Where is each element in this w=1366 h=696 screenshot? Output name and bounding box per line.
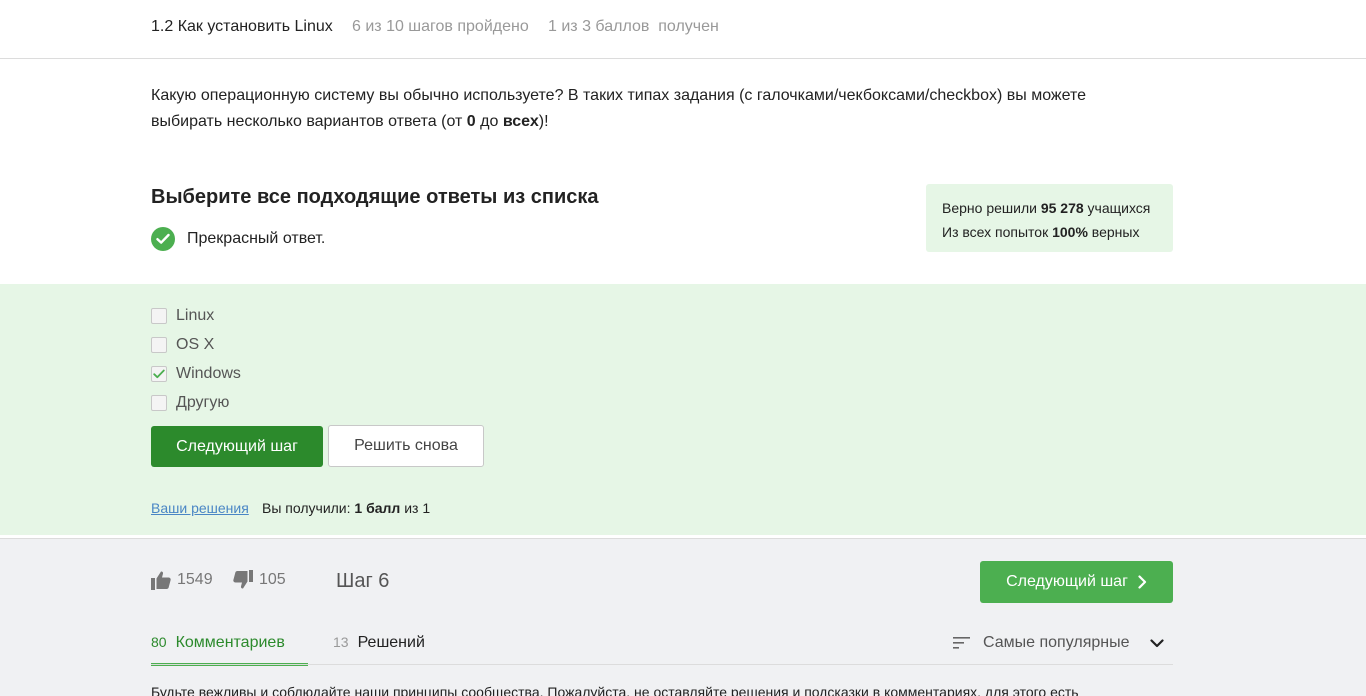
chevron-right-icon — [1138, 575, 1147, 589]
comments-count: 80 — [151, 634, 167, 650]
tab-solutions[interactable]: 13 Решений — [333, 634, 425, 652]
task-title: Выберите все подходящие ответы из списка — [151, 186, 599, 208]
option-linux[interactable]: Linux — [151, 301, 241, 330]
option-label: Windows — [176, 364, 241, 382]
score-result: Вы получили: 1 балл из 1 — [262, 500, 431, 516]
dislike-button[interactable]: 105 — [233, 570, 286, 590]
sort-dropdown[interactable]: Самые популярные — [953, 634, 1165, 652]
community-notice: Будьте вежливы и соблюдайте наши принцип… — [151, 684, 1079, 696]
feedback-message: Прекрасный ответ. — [187, 230, 326, 247]
option-osx[interactable]: OS X — [151, 330, 241, 359]
step-number: Шаг 6 — [336, 570, 390, 592]
lesson-progress: 6 из 10 шагов пройдено — [352, 18, 529, 35]
option-label: Linux — [176, 306, 215, 324]
sort-label: Самые популярные — [983, 634, 1130, 651]
tab-label: Комментариев — [175, 634, 285, 651]
like-count: 1549 — [177, 571, 213, 588]
chevron-down-icon — [1150, 638, 1165, 648]
retry-button[interactable]: Решить снова — [328, 425, 484, 467]
lesson-header: 1.2 Как установить Linux 6 из 10 шагов п… — [0, 0, 1366, 59]
tab-label: Решений — [357, 634, 425, 651]
next-step-button[interactable]: Следующий шаг — [151, 426, 323, 467]
success-check-icon — [151, 227, 175, 251]
checkmark-icon — [153, 369, 165, 378]
question-text: Какую операционную систему вы обычно исп… — [151, 87, 1087, 130]
checkbox[interactable] — [151, 336, 167, 353]
step-footer: 1549 105 Шаг 6 Следующий шаг 80 Коммента… — [0, 538, 1366, 696]
footer-next-step-button[interactable]: Следующий шаг — [980, 561, 1173, 603]
your-solutions-link[interactable]: Ваши решения — [151, 500, 249, 516]
lesson-score: 1 из 3 баллов получен — [548, 18, 719, 35]
attempts-stat: Из всех попыток 100% верных — [942, 224, 1140, 240]
option-windows[interactable]: Windows — [151, 359, 241, 388]
sort-icon — [953, 637, 970, 649]
tabs-divider — [151, 664, 1173, 665]
solve-stats: Верно решили 95 278 учащихся Из всех поп… — [926, 184, 1173, 252]
options-list: Linux OS X Windows Другую — [151, 301, 241, 417]
feedback: Прекрасный ответ. — [151, 227, 325, 251]
answer-area: Linux OS X Windows Другую Следующий шаг … — [0, 284, 1366, 535]
checkbox[interactable] — [151, 307, 167, 324]
checkbox-checked[interactable] — [151, 365, 167, 382]
checkbox[interactable] — [151, 394, 167, 411]
solved-stat: Верно решили 95 278 учащихся — [942, 200, 1151, 216]
dislike-count: 105 — [259, 571, 286, 588]
like-button[interactable]: 1549 — [151, 570, 213, 590]
thumbs-down-icon — [233, 570, 253, 589]
thumbs-up-icon — [151, 571, 171, 590]
lesson-title[interactable]: 1.2 Как установить Linux — [151, 18, 333, 36]
tab-comments[interactable]: 80 Комментариев — [151, 634, 308, 666]
option-label: OS X — [176, 335, 215, 353]
solutions-count: 13 — [333, 634, 349, 650]
option-label: Другую — [176, 393, 230, 411]
option-other[interactable]: Другую — [151, 388, 241, 417]
